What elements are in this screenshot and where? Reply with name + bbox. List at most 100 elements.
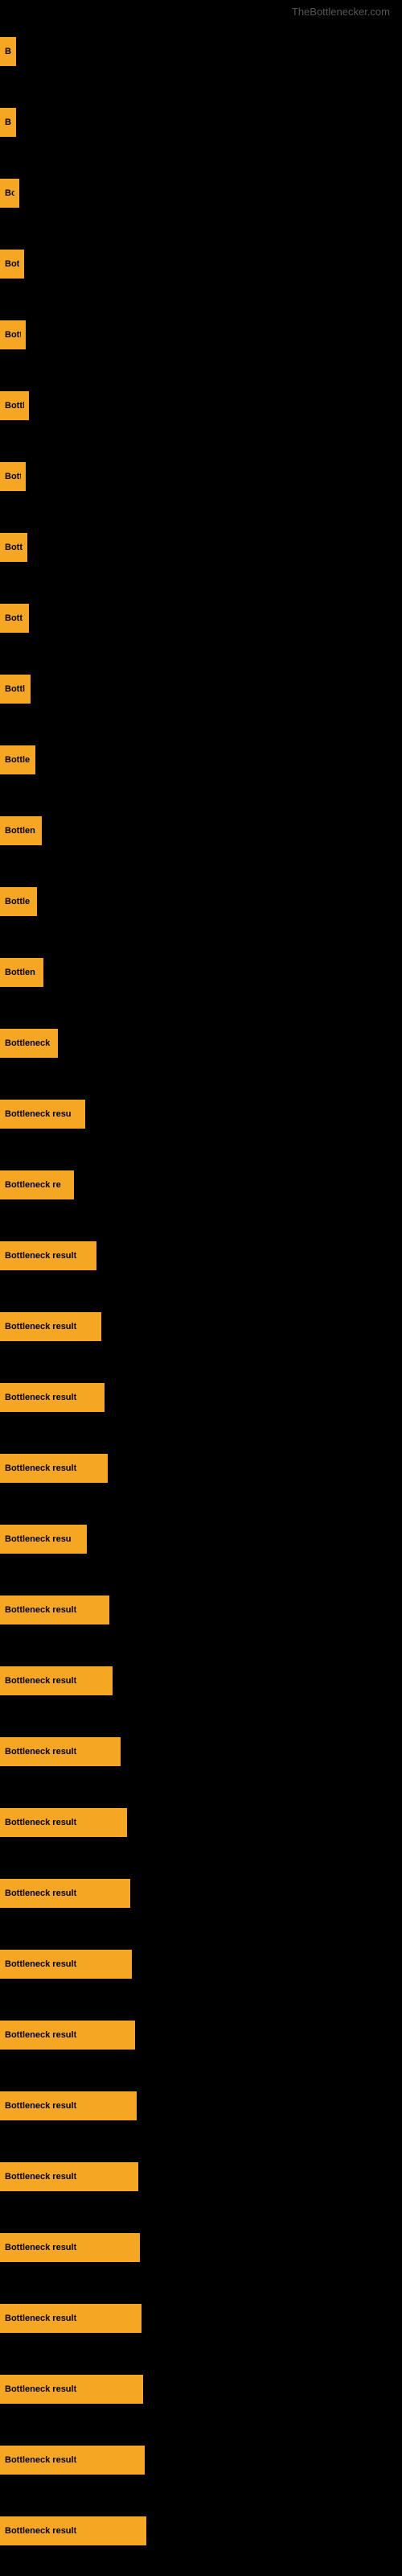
bar-row: Bott xyxy=(0,583,402,654)
bar-label-14: Bottlen xyxy=(5,968,35,977)
bar-row: Bottle xyxy=(0,866,402,937)
bar-row: Bottleneck resu xyxy=(0,1504,402,1575)
bar-label-29: Bottleneck result xyxy=(5,2030,76,2040)
bar-3: Bot xyxy=(0,179,19,208)
bar-21: Bottleneck result xyxy=(0,1454,108,1483)
bar-row: Bottleneck result xyxy=(0,1433,402,1504)
bar-label-7: Bott xyxy=(5,472,21,481)
bar-32: Bottleneck result xyxy=(0,2233,140,2262)
bar-33: Bottleneck result xyxy=(0,2304,142,2333)
bar-20: Bottleneck result xyxy=(0,1383,105,1412)
bar-label-32: Bottleneck result xyxy=(5,2243,76,2252)
bar-24: Bottleneck result xyxy=(0,1666,113,1695)
bar-row: Bottleneck result xyxy=(0,1858,402,1929)
bar-label-3: Bot xyxy=(5,188,14,198)
bar-label-33: Bottleneck result xyxy=(5,2314,76,2323)
bar-label-22: Bottleneck resu xyxy=(5,1534,72,1544)
bar-label-12: Bottlen xyxy=(5,826,35,836)
bar-17: Bottleneck re xyxy=(0,1170,74,1199)
bar-label-2: Bo xyxy=(5,118,11,127)
bar-row: Bottleneck result xyxy=(0,1362,402,1433)
bar-28: Bottleneck result xyxy=(0,1950,132,1979)
bar-label-4: Bott xyxy=(5,259,19,269)
bar-34: Bottleneck result xyxy=(0,2375,143,2404)
bar-row: Bottleneck result xyxy=(0,2496,402,2566)
bar-row: Bottleneck result xyxy=(0,2141,402,2212)
bar-row: Bottleneck result xyxy=(0,2000,402,2070)
bar-row: Bott xyxy=(0,229,402,299)
bar-label-18: Bottleneck result xyxy=(5,1251,76,1261)
bar-30: Bottleneck result xyxy=(0,2091,137,2120)
bar-label-35: Bottleneck result xyxy=(5,2455,76,2465)
bars-container: Bo Bo Bot Bott Bott Bottl Bott Bott Bott Bottl Bot… xyxy=(0,16,402,2566)
bar-row: Bottleneck result xyxy=(0,1575,402,1645)
bar-row: Bottl xyxy=(0,654,402,724)
bar-2: Bo xyxy=(0,108,16,137)
bar-label-27: Bottleneck result xyxy=(5,1889,76,1898)
bar-label-21: Bottleneck result xyxy=(5,1463,76,1473)
bar-label-36: Bottleneck result xyxy=(5,2526,76,2536)
bar-label-20: Bottleneck result xyxy=(5,1393,76,1402)
bar-row: Bottleneck xyxy=(0,1008,402,1079)
bar-1: Bo xyxy=(0,37,16,66)
bar-25: Bottleneck result xyxy=(0,1737,121,1766)
bar-row: Bottleneck result xyxy=(0,1645,402,1716)
bar-36: Bottleneck result xyxy=(0,2516,146,2545)
bar-label-10: Bottl xyxy=(5,684,25,694)
bar-label-1: Bo xyxy=(5,47,11,56)
bar-row: Bottle xyxy=(0,724,402,795)
bar-row: Bottleneck result xyxy=(0,1929,402,2000)
bar-16: Bottleneck resu xyxy=(0,1100,85,1129)
bar-label-15: Bottleneck xyxy=(5,1038,50,1048)
bar-10: Bottl xyxy=(0,675,31,704)
bar-row: Bottleneck result xyxy=(0,1787,402,1858)
bar-row: Bottleneck result xyxy=(0,2212,402,2283)
bar-row: Bottleneck resu xyxy=(0,1079,402,1150)
bar-13: Bottle xyxy=(0,887,37,916)
bar-14: Bottlen xyxy=(0,958,43,987)
bar-label-11: Bottle xyxy=(5,755,30,765)
bar-29: Bottleneck result xyxy=(0,2021,135,2050)
bar-label-26: Bottleneck result xyxy=(5,1818,76,1827)
bar-label-25: Bottleneck result xyxy=(5,1747,76,1757)
bar-6: Bottl xyxy=(0,391,29,420)
bar-label-34: Bottleneck result xyxy=(5,2384,76,2394)
bar-row: Bot xyxy=(0,158,402,229)
bar-row: Bottleneck result xyxy=(0,1716,402,1787)
bar-7: Bott xyxy=(0,462,26,491)
bar-label-8: Bott xyxy=(5,543,23,552)
bar-label-9: Bott xyxy=(5,613,23,623)
bar-row: Bottleneck result xyxy=(0,1291,402,1362)
bar-27: Bottleneck result xyxy=(0,1879,130,1908)
bar-19: Bottleneck result xyxy=(0,1312,101,1341)
bar-row: Bottleneck result xyxy=(0,1220,402,1291)
bar-label-13: Bottle xyxy=(5,897,30,906)
bar-row: Bott xyxy=(0,441,402,512)
bar-row: Bottleneck result xyxy=(0,2283,402,2354)
bar-label-19: Bottleneck result xyxy=(5,1322,76,1331)
bar-row: Bottleneck result xyxy=(0,2070,402,2141)
bar-label-17: Bottleneck re xyxy=(5,1180,61,1190)
bar-row: Bottlen xyxy=(0,795,402,866)
bar-label-16: Bottleneck resu xyxy=(5,1109,72,1119)
bar-label-30: Bottleneck result xyxy=(5,2101,76,2111)
bar-12: Bottlen xyxy=(0,816,42,845)
bar-row: Bottlen xyxy=(0,937,402,1008)
bar-9: Bott xyxy=(0,604,29,633)
bar-5: Bott xyxy=(0,320,26,349)
bar-label-23: Bottleneck result xyxy=(5,1605,76,1615)
bar-22: Bottleneck resu xyxy=(0,1525,87,1554)
bar-label-24: Bottleneck result xyxy=(5,1676,76,1686)
bar-row: Bottleneck result xyxy=(0,2354,402,2425)
bar-23: Bottleneck result xyxy=(0,1596,109,1624)
bar-label-6: Bottl xyxy=(5,401,24,411)
bar-label-31: Bottleneck result xyxy=(5,2172,76,2182)
bar-row: Bott xyxy=(0,299,402,370)
bar-35: Bottleneck result xyxy=(0,2446,145,2475)
bar-31: Bottleneck result xyxy=(0,2162,138,2191)
bar-4: Bott xyxy=(0,250,24,279)
bar-8: Bott xyxy=(0,533,27,562)
bar-row: Bottleneck result xyxy=(0,2425,402,2496)
bar-row: Bo xyxy=(0,87,402,158)
bar-18: Bottleneck result xyxy=(0,1241,96,1270)
